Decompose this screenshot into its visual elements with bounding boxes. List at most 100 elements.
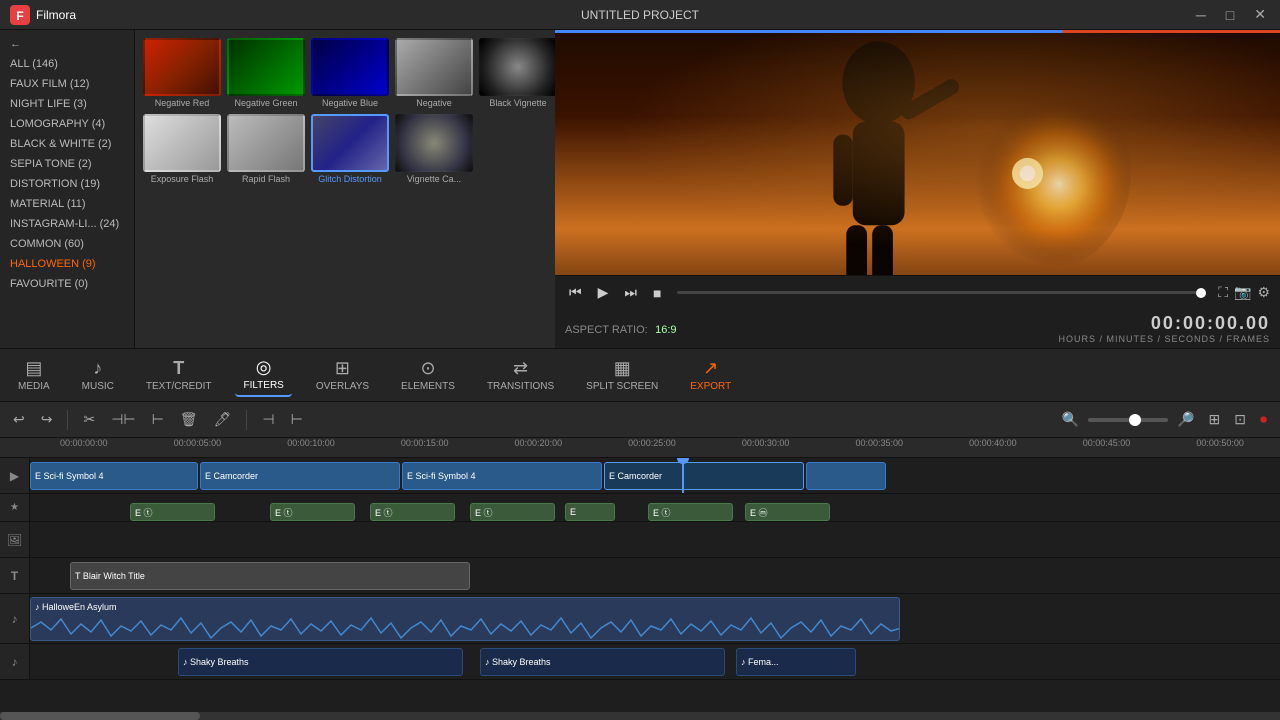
effect-1[interactable]: E ⓣ (130, 503, 215, 521)
filter-exposure-flash[interactable]: Exposure Flash (143, 114, 221, 184)
sidebar-item-all[interactable]: ALL (146) (0, 54, 134, 74)
sidebar-item-favourite[interactable]: FAVOURITE (0) (0, 274, 134, 294)
toolbar-music[interactable]: ♪ MUSIC (74, 354, 122, 396)
preview-video (555, 33, 1280, 275)
toolbar-elements[interactable]: ⊙ ELEMENTS (393, 354, 463, 396)
filter-negative-green[interactable]: Negative Green (227, 38, 305, 108)
effect-4[interactable]: E ⓣ (470, 503, 555, 521)
sidebar-item-lomography[interactable]: LOMOGRAPHY (4) (0, 114, 134, 134)
snap-button[interactable]: ⊡ (1229, 408, 1251, 431)
sidebar-item-black-white[interactable]: BLACK & WHITE (2) (0, 134, 134, 154)
toolbar-overlays[interactable]: ⊞ OVERLAYS (308, 354, 377, 396)
clip-fema[interactable]: ♪ Fema... (736, 648, 856, 676)
overlays-icon: ⊞ (335, 358, 350, 379)
effect-6[interactable]: E ⓣ (648, 503, 733, 521)
sidebar-item-distortion[interactable]: DISTORTION (19) (0, 174, 134, 194)
sidebar-item-instagram[interactable]: INSTAGRAM-LI... (24) (0, 214, 134, 234)
transitions-label: TRANSITIONS (487, 381, 554, 392)
clip-halloween-asylum[interactable]: ♪ HalloweEn Asylum (30, 597, 900, 641)
toolbar-transitions[interactable]: ⇄ TRANSITIONS (479, 354, 562, 396)
effect-3[interactable]: E ⓣ (370, 503, 455, 521)
next-clip-button[interactable]: ⊢ (286, 408, 308, 431)
filters-icon: ◎ (256, 357, 272, 378)
audio1-track-icon: ♪ (0, 594, 30, 643)
ripple-button[interactable]: ⊣⊢ (106, 408, 140, 431)
filter-thumb-neg-red (143, 38, 221, 96)
redo-button[interactable]: ↪ (36, 408, 58, 431)
titlebar-controls: ─ □ ✕ (1190, 4, 1272, 25)
prev-clip-button[interactable]: ⊣ (257, 408, 279, 431)
zoom-in-button[interactable]: 🔎 (1172, 408, 1199, 431)
filter-negative[interactable]: Negative (395, 38, 473, 108)
zoom-out-button[interactable]: 🔍 (1057, 408, 1084, 431)
fit-timeline-button[interactable]: ⊞ (1204, 408, 1226, 431)
screenshot-icon[interactable]: 📷 (1234, 284, 1251, 301)
settings-icon[interactable]: ⚙ (1257, 284, 1270, 301)
timeline-scrollbar[interactable] (0, 712, 1280, 720)
toolbar-media[interactable]: ▤ MEDIA (10, 354, 58, 396)
sidebar-item-night-life[interactable]: NIGHT LIFE (3) (0, 94, 134, 114)
clip-video-5[interactable] (806, 462, 886, 490)
sidebar-item-common[interactable]: COMMON (60) (0, 234, 134, 254)
filter-label-neg-blue: Negative Blue (322, 98, 378, 108)
filter-negative-red[interactable]: Negative Red (143, 38, 221, 108)
trim-button[interactable]: ⊢ (147, 408, 169, 431)
sidebar-back-button[interactable]: ← (0, 34, 134, 54)
clip-camcorder-1[interactable]: E Camcorder (200, 462, 400, 490)
fullscreen-icon[interactable]: ⛶ (1218, 284, 1228, 301)
video-track-content: E Sci-fi Symbol 4 E Camcorder E Sci-fi S… (30, 458, 1280, 493)
filter-thumb-glitch (311, 114, 389, 172)
preview-dot (1196, 288, 1206, 298)
toolbar: ▤ MEDIA ♪ MUSIC T TEXT/CREDIT ◎ FILTERS … (0, 348, 1280, 402)
filter-thumb-neg-green (227, 38, 305, 96)
sidebar-item-sepia-tone[interactable]: SEPIA TONE (2) (0, 154, 134, 174)
paint-button[interactable]: 🖊 (209, 408, 237, 431)
zoom-slider[interactable] (1088, 418, 1168, 422)
scrollbar-thumb[interactable] (0, 712, 200, 720)
ruler-tick-7: 00:00:35:00 (855, 438, 903, 448)
ruler-tick-2: 00:00:10:00 (287, 438, 335, 448)
maximize-button[interactable]: □ (1220, 5, 1240, 25)
filter-black-vignette[interactable]: Black Vignette (479, 38, 555, 108)
toolbar-filters[interactable]: ◎ FILTERS (235, 353, 291, 397)
clip-blair-witch-title[interactable]: T Blair Witch Title (70, 562, 470, 590)
audio1-track: ♪ ♪ HalloweEn Asylum (0, 594, 1280, 644)
ruler-tick-0: 00:00:00:00 (60, 438, 108, 448)
rewind-button[interactable]: ⏮ (565, 282, 586, 303)
titlebar-left: F Filmora (8, 3, 76, 27)
filter-negative-blue[interactable]: Negative Blue (311, 38, 389, 108)
effect-5[interactable]: E (565, 503, 615, 521)
filter-glitch-distortion[interactable]: Glitch Distortion (311, 114, 389, 184)
filter-vignette-ca[interactable]: Vignette Ca... (395, 114, 473, 184)
clip-sci-fi-1[interactable]: E Sci-fi Symbol 4 (30, 462, 198, 490)
sidebar-item-faux-film[interactable]: FAUX FILM (12) (0, 74, 134, 94)
toolbar-export[interactable]: ↗ EXPORT (682, 354, 739, 396)
close-button[interactable]: ✕ (1248, 4, 1272, 25)
titlebar-title: UNTITLED PROJECT (581, 8, 699, 22)
clip-shaky-breaths-1[interactable]: ♪ Shaky Breaths (178, 648, 463, 676)
minimize-button[interactable]: ─ (1190, 5, 1212, 25)
clip-sci-fi-2[interactable]: E Sci-fi Symbol 4 (402, 462, 602, 490)
fast-forward-button[interactable]: ⏭ (620, 282, 641, 303)
clip-shaky-breaths-2[interactable]: ♪ Shaky Breaths (480, 648, 725, 676)
stop-button[interactable]: ■ (649, 283, 665, 303)
toolbar-text[interactable]: T TEXT/CREDIT (138, 354, 220, 396)
effect-2[interactable]: E ⓣ (270, 503, 355, 521)
audio2-track-content: ♪ Shaky Breaths ♪ Shaky Breaths ♪ Fema..… (30, 644, 1280, 679)
sidebar-item-halloween[interactable]: HALLOWEEN (9) (0, 254, 134, 274)
ruler-tick-9: 00:00:45:00 (1083, 438, 1131, 448)
toolbar-split-screen[interactable]: ▦ SPLIT SCREEN (578, 354, 666, 396)
play-button[interactable]: ▶ (594, 282, 613, 303)
scissors-button[interactable]: ✂ (78, 408, 100, 431)
filter-rapid-flash[interactable]: Rapid Flash (227, 114, 305, 184)
clip-camcorder-2[interactable]: E Camcorder (604, 462, 804, 490)
record-button[interactable]: ⏺ (1255, 408, 1272, 431)
undo-button[interactable]: ↩ (8, 408, 30, 431)
sidebar-item-material[interactable]: MATERIAL (11) (0, 194, 134, 214)
effect-7[interactable]: E ⓜ (745, 503, 830, 521)
preview-progress[interactable] (677, 291, 1206, 294)
delete-button[interactable]: 🗑 (175, 408, 203, 431)
preview-scene-svg (555, 33, 1280, 275)
filter-thumb-black-vignette (479, 38, 555, 96)
preview-panel: ⏮ ▶ ⏭ ■ ⛶ 📷 ⚙ ASPECT RATIO: 16:9 00:00:0… (555, 30, 1280, 348)
